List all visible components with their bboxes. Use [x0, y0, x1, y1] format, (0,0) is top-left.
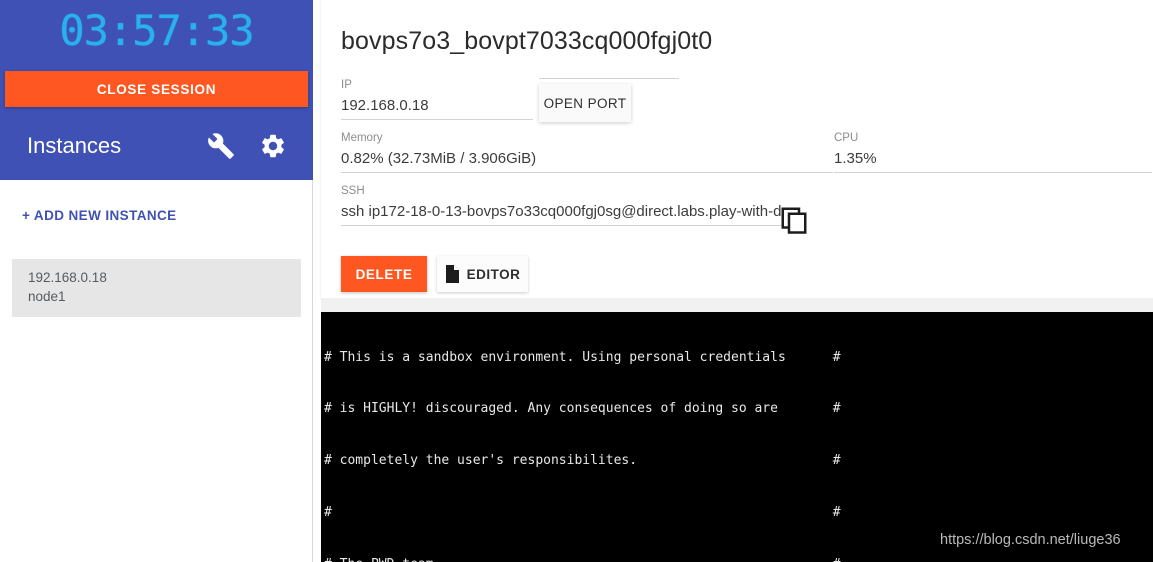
- cpu-field: CPU 1.35%: [834, 131, 1152, 173]
- terminal-line: # completely the user's responsibilites.…: [324, 453, 841, 469]
- gear-icon[interactable]: [259, 132, 287, 160]
- sidebar-header: 03:57:33 CLOSE SESSION Instances: [0, 0, 313, 180]
- sidebar: 03:57:33 CLOSE SESSION Instances + ADD N…: [0, 0, 313, 562]
- panel-terminal-divider: [321, 298, 1153, 312]
- terminal[interactable]: # This is a sandbox environment. Using p…: [321, 312, 1153, 562]
- instances-title: Instances: [27, 133, 122, 158]
- editor-button-label: EDITOR: [466, 266, 521, 282]
- port-value: [539, 78, 679, 79]
- terminal-line: # This is a sandbox environment. Using p…: [324, 349, 841, 365]
- delete-button[interactable]: DELETE: [341, 256, 427, 292]
- document-icon: [445, 265, 459, 283]
- cpu-label: CPU: [834, 132, 859, 144]
- ssh-value: ssh ip172-18-0-13-bovps7o33cq000fgj0sg@d…: [341, 199, 784, 226]
- ip-label: IP: [341, 79, 352, 91]
- memory-field: Memory 0.82% (32.73MiB / 3.906GiB): [341, 131, 833, 173]
- ip-field[interactable]: IP 192.168.0.18: [341, 78, 533, 120]
- instance-ip: 192.168.0.18: [28, 270, 107, 285]
- instance-name: node1: [28, 289, 66, 304]
- open-port-button[interactable]: OPEN PORT: [539, 84, 631, 122]
- wrench-icon[interactable]: [207, 132, 235, 160]
- port-field[interactable]: [539, 78, 679, 79]
- terminal-line: # The PWD team. #: [324, 556, 1153, 562]
- close-session-button[interactable]: CLOSE SESSION: [5, 71, 308, 107]
- cpu-value: 1.35%: [834, 146, 1152, 173]
- add-new-instance-button[interactable]: + ADD NEW INSTANCE: [22, 208, 177, 223]
- ssh-label: SSH: [341, 185, 365, 197]
- ip-value: 192.168.0.18: [341, 93, 533, 120]
- instances-header: Instances: [0, 122, 313, 170]
- session-timer: 03:57:33: [59, 6, 254, 55]
- panel-card: bovps7o3_bovpt7033cq000fgj0t0 IP 192.168…: [321, 0, 1153, 298]
- instance-detail-panel: bovps7o3_bovpt7033cq000fgj0t0 IP 192.168…: [321, 0, 1153, 300]
- page-title: bovps7o3_bovpt7033cq000fgj0t0: [341, 27, 713, 55]
- app-root: 03:57:33 CLOSE SESSION Instances + ADD N…: [0, 0, 1153, 562]
- copy-icon[interactable]: [779, 205, 809, 235]
- editor-button[interactable]: EDITOR: [437, 256, 528, 292]
- memory-label: Memory: [341, 132, 383, 144]
- terminal-line: # is HIGHLY! discouraged. Any consequenc…: [324, 401, 841, 417]
- list-item[interactable]: 192.168.0.18 node1: [12, 259, 301, 317]
- terminal-line: # #: [324, 505, 841, 521]
- memory-value: 0.82% (32.73MiB / 3.906GiB): [341, 146, 833, 173]
- ssh-field[interactable]: SSH ssh ip172-18-0-13-bovps7o33cq000fgj0…: [341, 184, 784, 226]
